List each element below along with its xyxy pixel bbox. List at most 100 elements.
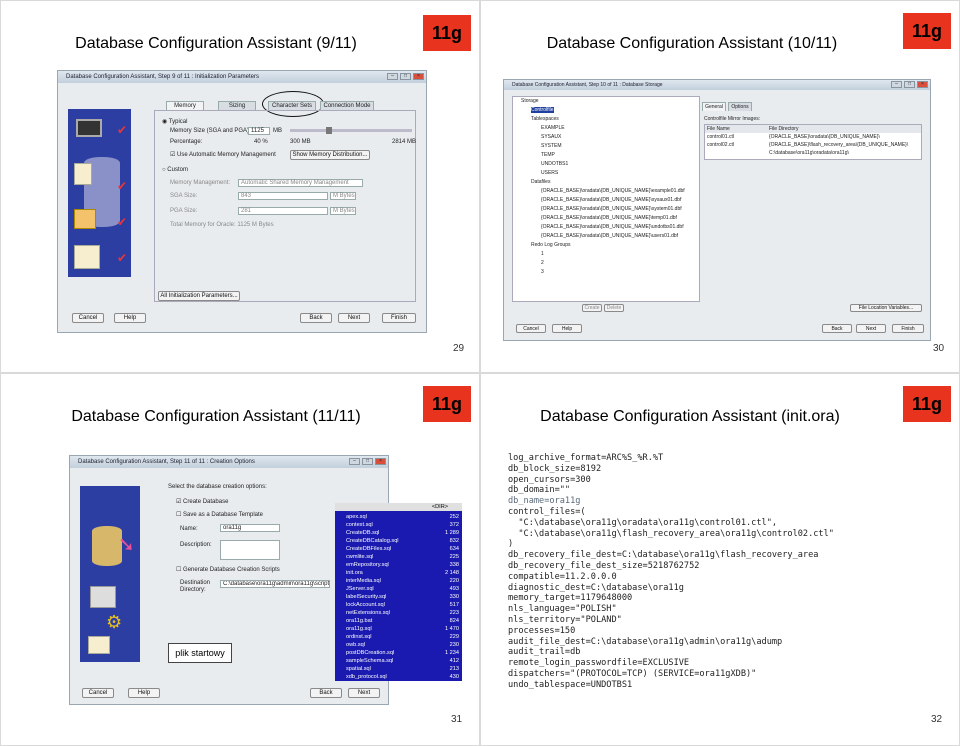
tree-node[interactable]: {ORACLE_BASE}\oradata\{DB_UNIQUE_NAME}\e… xyxy=(513,187,699,196)
file-location-button[interactable]: File Location Variables... xyxy=(850,304,922,312)
use-amm-checkbox[interactable]: ☑ Use Automatic Memory Management xyxy=(170,151,276,158)
tree-node[interactable]: 3 xyxy=(513,268,699,277)
close-icon[interactable]: × xyxy=(413,73,424,80)
mem-unit-label: MB xyxy=(273,128,282,134)
total-memory-text: Total Memory for Oracle: 1125 M Bytes xyxy=(170,222,274,228)
tree-node[interactable]: SYSAUX xyxy=(513,133,699,142)
tree-node[interactable]: USERS xyxy=(513,169,699,178)
close-icon[interactable]: × xyxy=(375,458,386,465)
tree-node[interactable]: {ORACLE_BASE}\oradata\{DB_UNIQUE_NAME}\s… xyxy=(513,205,699,214)
tree-node[interactable]: Tablespaces xyxy=(513,115,699,124)
minimize-icon[interactable]: – xyxy=(387,73,398,80)
file-row[interactable]: emRepository.sql 338 xyxy=(338,561,459,569)
sga-field[interactable]: 843 xyxy=(238,192,328,200)
maximize-icon[interactable]: □ xyxy=(400,73,411,80)
help-button[interactable]: Help xyxy=(114,313,146,323)
all-params-button[interactable]: All Initialization Parameters... xyxy=(158,291,240,301)
file-row[interactable]: postDBCreation.sql 1 234 xyxy=(338,649,459,657)
file-row[interactable]: sampleSchema.sql 412 xyxy=(338,657,459,665)
pga-field[interactable]: 281 xyxy=(238,207,328,215)
cancel-button[interactable]: Cancel xyxy=(82,688,114,698)
help-button[interactable]: Help xyxy=(552,324,582,333)
file-row[interactable]: xdb_protocol.sql 430 xyxy=(338,673,459,681)
sga-unit-select[interactable]: M Bytes xyxy=(330,192,356,200)
tree-node[interactable]: EXAMPLE xyxy=(513,124,699,133)
show-distribution-button[interactable]: Show Memory Distribution... xyxy=(290,150,370,160)
maximize-icon[interactable]: □ xyxy=(904,81,915,88)
help-button[interactable]: Help xyxy=(128,688,160,698)
tab-sizing[interactable]: Sizing xyxy=(218,101,256,110)
next-button[interactable]: Next xyxy=(338,313,370,323)
minimize-icon[interactable]: – xyxy=(891,81,902,88)
file-row[interactable]: CreateDB.sql 1 289 xyxy=(338,529,459,537)
mem-size-field[interactable]: 1125 xyxy=(248,127,270,135)
file-row[interactable]: CreateDBFiles.sql 634 xyxy=(338,545,459,553)
tree-node[interactable]: Datafiles xyxy=(513,178,699,187)
file-row[interactable]: cwmlite.sql 225 xyxy=(338,553,459,561)
tree-node[interactable]: TEMP xyxy=(513,151,699,160)
cancel-button[interactable]: Cancel xyxy=(72,313,104,323)
tree-node[interactable]: UNDOTBS1 xyxy=(513,160,699,169)
save-template-checkbox[interactable]: ☐ Save as a Database Template xyxy=(176,511,263,518)
percentage-slider[interactable] xyxy=(290,127,412,134)
tree-node[interactable]: {ORACLE_BASE}\oradata\{DB_UNIQUE_NAME}\s… xyxy=(513,196,699,205)
dca-window: Database Configuration Assistant, Step 1… xyxy=(503,79,931,341)
tree-node[interactable]: {ORACLE_BASE}\oradata\{DB_UNIQUE_NAME}\u… xyxy=(513,232,699,241)
description-field[interactable] xyxy=(220,540,280,560)
code-line: "C:\database\ora11g\oradata\ora11g\contr… xyxy=(508,517,778,528)
next-button[interactable]: Next xyxy=(856,324,886,333)
table-row[interactable]: control02.ctl {ORACLE_BASE}\flash_recove… xyxy=(705,141,921,149)
back-button[interactable]: Back xyxy=(822,324,852,333)
cancel-button[interactable]: Cancel xyxy=(516,324,546,333)
tree-node[interactable]: 2 xyxy=(513,259,699,268)
file-row[interactable]: init.ora 2 148 xyxy=(338,569,459,577)
minimize-icon[interactable]: – xyxy=(349,458,360,465)
radio-typical[interactable]: ◉ Typical xyxy=(162,118,187,125)
tree-node[interactable]: 1 xyxy=(513,250,699,259)
radio-custom[interactable]: ○ Custom xyxy=(162,167,188,173)
gen-scripts-checkbox[interactable]: ☐ Generate Database Creation Scripts xyxy=(176,566,280,573)
back-button[interactable]: Back xyxy=(300,313,332,323)
back-button[interactable]: Back xyxy=(310,688,342,698)
file-row[interactable]: ora11g.sql 1 470 xyxy=(338,625,459,633)
delete-button[interactable]: Delete xyxy=(604,304,624,312)
file-row[interactable]: owb.sql 230 xyxy=(338,641,459,649)
next-button[interactable]: Next xyxy=(348,688,380,698)
code-line: audit_file_dest=C:\database\ora11g\admin… xyxy=(508,636,783,647)
finish-button[interactable]: Finish xyxy=(892,324,924,333)
file-row[interactable]: context.sql 372 xyxy=(338,521,459,529)
tab-connection-mode[interactable]: Connection Mode xyxy=(320,101,374,110)
file-row[interactable]: spatial.sql 213 xyxy=(338,665,459,673)
create-button[interactable]: Create xyxy=(582,304,602,312)
file-row[interactable]: CreateDBCatalog.sql 832 xyxy=(338,537,459,545)
file-row[interactable]: JServer.sql 493 xyxy=(338,585,459,593)
file-size: 330 xyxy=(449,594,459,600)
maximize-icon[interactable]: □ xyxy=(362,458,373,465)
finish-button[interactable]: Finish xyxy=(382,313,416,323)
tree-node[interactable]: Redo Log Groups xyxy=(513,241,699,250)
file-row[interactable]: interMedia.sql 220 xyxy=(338,577,459,585)
tab-memory[interactable]: Memory xyxy=(166,101,204,110)
file-row[interactable]: ordinst.sql 229 xyxy=(338,633,459,641)
table-row[interactable]: control01.ctl {ORACLE_BASE}\oradata\{DB_… xyxy=(705,133,921,141)
file-row[interactable]: apex.sql 252 xyxy=(338,513,459,521)
name-field[interactable]: ora11g xyxy=(220,524,280,532)
tree-node[interactable]: Controlfile xyxy=(513,106,699,115)
tree-node[interactable]: {ORACLE_BASE}\oradata\{DB_UNIQUE_NAME}\t… xyxy=(513,214,699,223)
tree-node[interactable]: Storage xyxy=(513,97,699,106)
slider-thumb[interactable] xyxy=(326,127,332,134)
close-icon[interactable]: × xyxy=(917,81,928,88)
table-row[interactable]: C:\database\ora11g\oradata\ora11g\ xyxy=(705,149,921,157)
tree-node[interactable]: SYSTEM xyxy=(513,142,699,151)
tree-node[interactable]: {ORACLE_BASE}\oradata\{DB_UNIQUE_NAME}\u… xyxy=(513,223,699,232)
tab-general[interactable]: General xyxy=(702,102,726,111)
file-row[interactable]: lockAccount.sql 517 xyxy=(338,601,459,609)
create-database-checkbox[interactable]: ☑ Create Database xyxy=(176,498,228,505)
mm-select[interactable]: Automatic Shared Memory Management xyxy=(238,179,363,187)
destination-field[interactable]: C:\database\ora11g\admin\ora11g\scripts xyxy=(220,580,330,588)
pga-unit-select[interactable]: M Bytes xyxy=(330,207,356,215)
tab-options[interactable]: Options xyxy=(728,102,752,111)
file-row[interactable]: netExtensions.sql 223 xyxy=(338,609,459,617)
file-row[interactable]: labelSecurity.sql 330 xyxy=(338,593,459,601)
file-row[interactable]: ora11g.bat 824 xyxy=(338,617,459,625)
